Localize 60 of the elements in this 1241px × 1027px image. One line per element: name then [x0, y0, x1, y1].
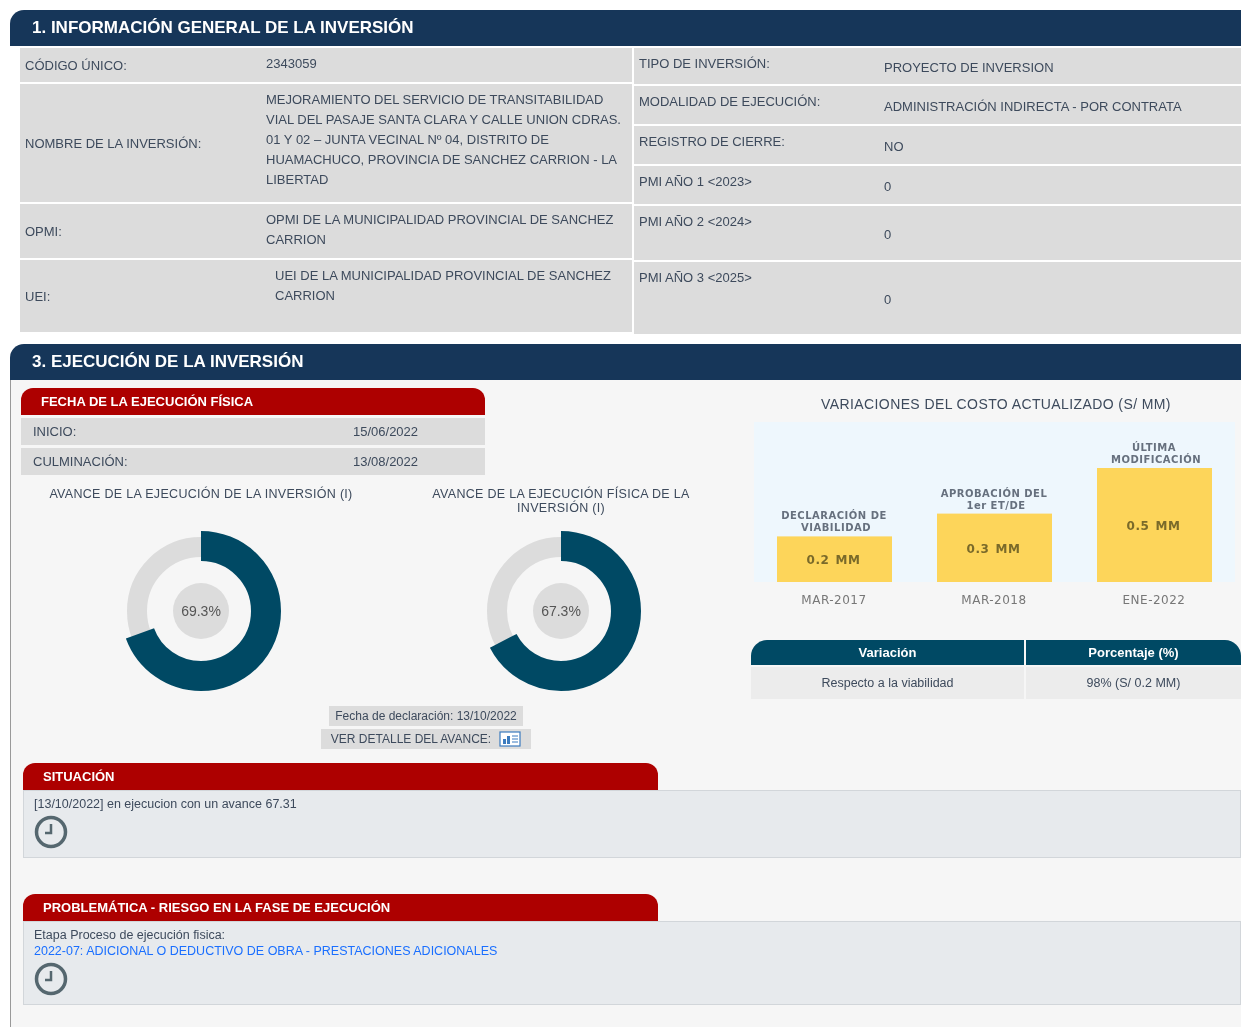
stage-link[interactable]: 2022-07: ADICIONAL O DEDUCTIVO DE OBRA - PRESTACIONES ADICIONALES: [34, 944, 498, 958]
donut-center: [173, 583, 229, 639]
unit-label: MM: [1155, 519, 1181, 533]
unit-label: MM: [835, 553, 861, 568]
card-header: FECHA DE LA EJECUCIÓN FÍSICA: [21, 388, 485, 415]
field-label: OPMI:: [24, 222, 63, 241]
field-value: 0: [883, 291, 893, 309]
section-header: 1. INFORMACIÓN GENERAL DE LA INVERSIÓN: [10, 10, 1241, 46]
field-value: 13/08/2022: [353, 454, 420, 469]
field-label: REGISTRO DE CIERRE:: [638, 133, 786, 151]
declaration-date: Fecha de declaración: 13/10/2022: [329, 706, 523, 726]
table-cell: 98% (S/ 0.2 MM): [1026, 667, 1241, 699]
chart-title: VARIACIONES DEL COSTO ACTUALIZADO (S/ MM): [820, 396, 1172, 412]
field-label: INICIO:: [33, 424, 78, 439]
table-cell: Respecto a la viabilidad: [751, 667, 1024, 699]
field-label: TIPO DE INVERSIÓN:: [638, 55, 771, 73]
field-label: CÓDIGO ÚNICO:: [24, 56, 128, 75]
field-value: PROYECTO DE INVERSION: [883, 59, 1055, 77]
status-text: [13/10/2022] en ejecucion con un avance 67.31: [34, 797, 298, 811]
field-value: 15/06/2022: [353, 424, 420, 439]
field-label: PMI AÑO 2 <2024>: [638, 213, 753, 231]
field-value: ADMINISTRACIÓN INDIRECTA - POR CONTRATA: [883, 98, 1183, 116]
field-label: PMI AÑO 1 <2023>: [638, 173, 753, 191]
field-label: CULMINACIÓN:: [33, 454, 129, 469]
card-header: PROBLEMÁTICA - RIESGO EN LA FASE DE EJECUCIÓN: [23, 894, 658, 921]
chart-title: AVANCE DE LA EJECUCIÓN DE LA INVERSIÓN (I): [49, 487, 353, 503]
unit-label: MM: [995, 541, 1021, 556]
field-value: UEI DE LA MUNICIPALIDAD PROVINCIAL DE SANCHEZ CARRION: [274, 267, 612, 305]
section-header: 3. EJECUCIÓN DE LA INVERSIÓN: [10, 344, 1241, 380]
field-value: 2343059: [265, 55, 318, 73]
field-value: OPMI DE LA MUNICIPALIDAD PROVINCIAL DE SANCHEZ CARRION: [265, 211, 615, 249]
field-value: MEJORAMIENTO DEL SERVICIO DE TRANSITABILIDAD VIAL DEL PASAJE SANTA CLARA Y CALLE UNION CDRAS. 01 Y 02 – JUNTA VECINAL Nº 04, DISTRITO DE HUAMACHUCO, PROVINCIA DE SANCHEZ CARRION - LA LIBERTAD: [265, 91, 622, 189]
detail-link[interactable]: VER DETALLE DEL AVANCE:: [320, 729, 532, 749]
axis-label: MAR-2017: [801, 593, 867, 607]
bar-annotation: APROBACIÓN DEL 1er ET/DE: [940, 487, 1048, 511]
stage-label: Etapa Proceso de ejecución fisica:: [34, 928, 227, 942]
donut-center: [533, 583, 589, 639]
percent-label: 69.3%: [181, 603, 221, 619]
card-header: SITUACIÓN: [23, 763, 658, 790]
field-value: 0: [883, 178, 893, 196]
axis-label: MAR-2018: [961, 593, 1027, 607]
bar-value-label: 0.2: [806, 553, 830, 568]
bar-annotation: ÚLTIMA MODIFICACIÓN: [1110, 442, 1201, 465]
clock-icon: [34, 962, 68, 996]
field-label: MODALIDAD DE EJECUCIÓN:: [638, 93, 822, 111]
bar-value-label: 0.3: [966, 541, 990, 556]
bar-value-label: 0.5: [1126, 519, 1150, 533]
field-label: PMI AÑO 3 <2025>: [638, 269, 753, 287]
bar-annotation: DECLARACIÓN DE VIABILIDAD: [781, 510, 887, 534]
field-label: UEI:: [24, 287, 52, 306]
chart-title: AVANCE DE LA EJECUCIÓN FÍSICA DE LA INVERSIÓN (I): [431, 487, 691, 517]
percent-label: 67.3%: [541, 603, 581, 619]
field-value: 0: [883, 226, 893, 244]
report-icon: [499, 731, 522, 747]
field-value: NO: [883, 138, 905, 156]
field-label: NOMBRE DE LA INVERSIÓN:: [24, 134, 203, 153]
column-header: Porcentaje (%): [1026, 640, 1241, 665]
clock-icon: [34, 815, 68, 849]
axis-label: ENE-2022: [1122, 593, 1186, 607]
column-header: Variación: [751, 640, 1024, 665]
